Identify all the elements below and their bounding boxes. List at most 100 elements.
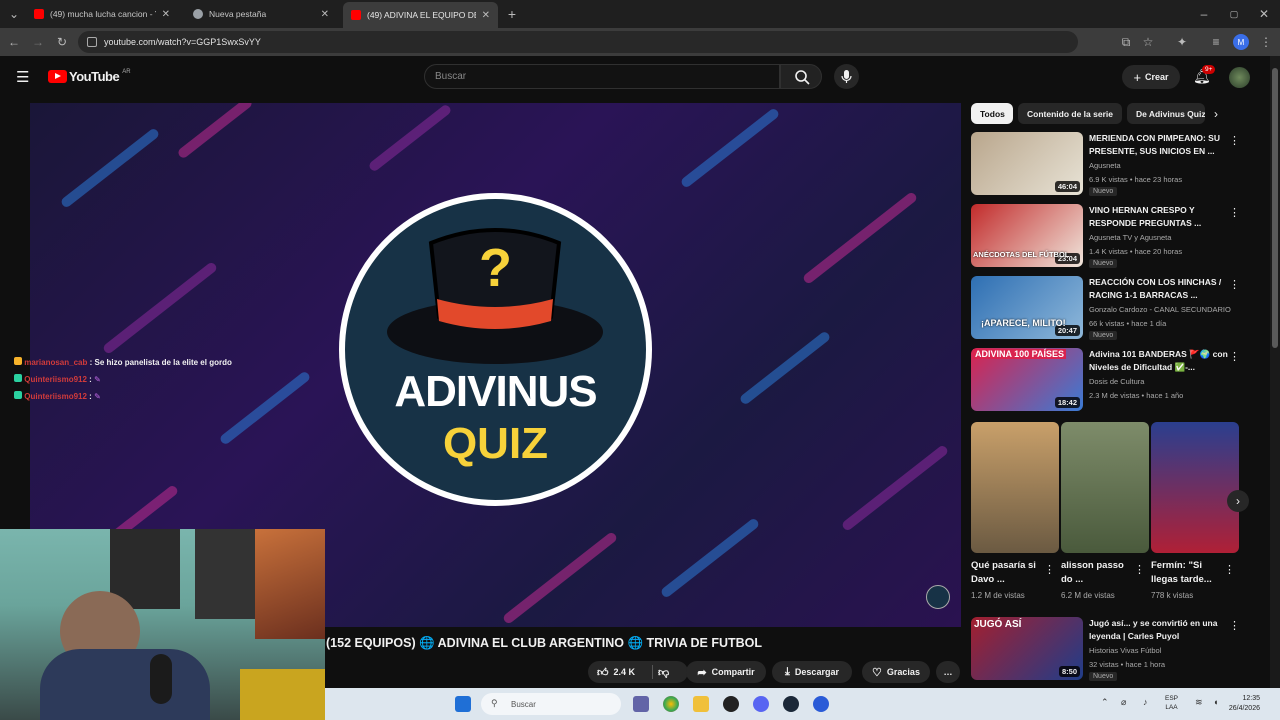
address-bar[interactable]: youtube.com/watch?v=GGP1SwxSvYY: [78, 31, 1078, 53]
download-button[interactable]: ⤓ Descargar: [772, 661, 852, 683]
kebab-menu-icon[interactable]: ⋮: [1134, 563, 1145, 576]
close-tab-icon[interactable]: ✕: [321, 9, 329, 20]
bookmark-star-icon[interactable]: ☆: [1140, 34, 1156, 50]
profile-avatar[interactable]: M: [1233, 34, 1249, 50]
short-thumbnail[interactable]: [1061, 422, 1149, 553]
file-explorer-icon[interactable]: [693, 696, 709, 712]
teams-icon[interactable]: [633, 696, 649, 712]
close-tab-icon[interactable]: ✕: [162, 9, 170, 20]
chip-de-adivinus[interactable]: De Adivinus Quiz: [1127, 103, 1205, 124]
tab-search-chevron-icon[interactable]: ⌄: [6, 6, 22, 22]
extensions-icon[interactable]: ✦: [1174, 34, 1190, 50]
recommendation-item[interactable]: 46:04 MERIENDA CON PIMPEANO: SU PRESENTE,…: [971, 132, 1261, 196]
keyboard-language[interactable]: ESP LAA: [1165, 694, 1178, 712]
browser-tab-1[interactable]: (49) mucha lucha cancion - You ✕: [26, 4, 178, 24]
rec-channel[interactable]: Historias Vivas Fútbol: [1089, 646, 1161, 655]
short-item[interactable]: alisson passo do ... 6.2 M de vistas ⋮: [1061, 422, 1149, 600]
video-thumbnail[interactable]: 23:04: [971, 204, 1083, 267]
browser-menu-icon[interactable]: ⋮: [1258, 34, 1274, 50]
recommendation-item[interactable]: 23:04 VINO HERNAN CRESPO Y RESPONDE PREGU…: [971, 204, 1261, 268]
kebab-menu-icon[interactable]: ⋮: [1229, 206, 1240, 219]
windows-start-icon[interactable]: [455, 696, 471, 712]
thumbs-down-icon[interactable]: 👎︎: [658, 666, 669, 679]
kebab-menu-icon[interactable]: ⋮: [1229, 350, 1240, 363]
browser-tab-3-active[interactable]: (49) ADIVINA EL EQUIPO DE FU ✕: [343, 2, 498, 28]
close-tab-icon[interactable]: ✕: [482, 10, 490, 21]
divider: [652, 665, 653, 679]
chips-next-chevron-icon[interactable]: ›: [1214, 107, 1218, 121]
discord-icon[interactable]: [753, 696, 769, 712]
kebab-menu-icon[interactable]: ⋮: [1224, 563, 1235, 576]
recommendation-item[interactable]: 8:50 Jugó así... y se convirtió en una le…: [971, 617, 1261, 681]
app-icon[interactable]: [813, 696, 829, 712]
kebab-menu-icon[interactable]: ⋮: [1229, 278, 1240, 291]
voice-search-button[interactable]: [834, 64, 859, 89]
like-count[interactable]: 2.4 K: [614, 667, 636, 677]
rec-title[interactable]: MERIENDA CON PIMPEANO: SU PRESENTE, SUS …: [1089, 132, 1229, 158]
media-control-icon[interactable]: ≡: [1208, 34, 1224, 50]
create-button[interactable]: + Crear: [1122, 65, 1180, 89]
site-info-icon[interactable]: [87, 37, 97, 47]
short-item[interactable]: Qué pasaría si Davo ... 1.2 M de vistas ⋮: [971, 422, 1059, 600]
chip-todos[interactable]: Todos: [971, 103, 1013, 124]
scrollbar-thumb[interactable]: [1272, 68, 1278, 348]
show-hidden-icons-chevron-icon[interactable]: ⌃: [1101, 697, 1109, 708]
browser-tab-2[interactable]: Nueva pestaña ✕: [185, 4, 337, 24]
video-thumbnail[interactable]: 8:50: [971, 617, 1083, 680]
thanks-button[interactable]: ♡ Gracias: [862, 661, 930, 683]
network-icon[interactable]: ⌀: [1121, 697, 1126, 708]
minimize-window-icon[interactable]: –: [1196, 6, 1212, 22]
chip-contenido-serie[interactable]: Contenido de la serie: [1018, 103, 1122, 124]
video-thumbnail[interactable]: 46:04: [971, 132, 1083, 195]
new-tab-button[interactable]: +: [504, 6, 520, 22]
search-input[interactable]: Buscar: [424, 64, 780, 89]
share-button[interactable]: ➦ Compartir: [686, 661, 766, 683]
video-thumbnail[interactable]: 20:47: [971, 276, 1083, 339]
chat-line: marianosan_cab : Se hizo panelista de la…: [14, 354, 232, 371]
reload-icon[interactable]: ↻: [54, 34, 70, 50]
volume-icon[interactable]: ◖: [1213, 697, 1218, 707]
rec-title[interactable]: Jugó así... y se convirtió en una leyend…: [1089, 617, 1229, 643]
wifi-icon[interactable]: ≋: [1195, 697, 1203, 708]
channel-watermark[interactable]: [926, 585, 950, 609]
youtube-logo[interactable]: YouTube AR: [48, 69, 131, 84]
short-item[interactable]: Fermín: "Si llegas tarde... 778 k vistas ⋮: [1151, 422, 1239, 600]
maximize-window-icon[interactable]: ▢: [1226, 6, 1242, 22]
video-thumbnail[interactable]: 18:42: [971, 348, 1083, 411]
rec-title[interactable]: VINO HERNAN CRESPO Y RESPONDE PREGUNTAS …: [1089, 204, 1229, 230]
forward-arrow-icon[interactable]: →: [30, 34, 46, 50]
obs-icon[interactable]: [723, 696, 739, 712]
rec-title[interactable]: Adivina 101 BANDERAS 🚩🌍 con Niveles de D…: [1089, 348, 1229, 374]
recommendation-item[interactable]: 20:47 REACCIÓN CON LOS HINCHAS / RACING 1…: [971, 276, 1261, 340]
steam-icon[interactable]: [783, 696, 799, 712]
page-scrollbar[interactable]: [1270, 56, 1280, 688]
taskbar-search-input[interactable]: ⚲ Buscar: [481, 693, 621, 715]
shorts-next-button[interactable]: ›: [1227, 490, 1249, 512]
more-actions-button[interactable]: …: [936, 661, 960, 683]
short-title[interactable]: Qué pasaría si Davo ...: [971, 559, 1046, 587]
install-app-icon[interactable]: ⧉: [1118, 34, 1134, 50]
rec-channel[interactable]: Agusneta TV y Agusneta: [1089, 233, 1171, 242]
system-clock[interactable]: 12:35 26/4/2026: [1229, 694, 1260, 714]
thumbs-up-icon[interactable]: 👍︎: [597, 666, 609, 679]
rec-channel[interactable]: Gonzalo Cardozo - CANAL SECUNDARIO: [1089, 305, 1231, 314]
speaker-icon[interactable]: ♪: [1143, 697, 1148, 707]
hamburger-menu-icon[interactable]: ☰: [16, 70, 29, 85]
short-thumbnail[interactable]: [1151, 422, 1239, 553]
kebab-menu-icon[interactable]: ⋮: [1044, 563, 1055, 576]
rec-channel[interactable]: Dosis de Cultura: [1089, 377, 1144, 386]
rec-channel[interactable]: Agusneta: [1089, 161, 1121, 170]
short-title[interactable]: Fermín: "Si llegas tarde...: [1151, 559, 1226, 587]
rec-title[interactable]: REACCIÓN CON LOS HINCHAS / RACING 1-1 BA…: [1089, 276, 1229, 302]
chrome-icon[interactable]: [663, 696, 679, 712]
user-avatar[interactable]: [1229, 67, 1250, 88]
recommendation-item[interactable]: 18:42 Adivina 101 BANDERAS 🚩🌍 con Niveles…: [971, 348, 1261, 412]
search-button[interactable]: [780, 64, 822, 89]
close-window-icon[interactable]: ✕: [1256, 6, 1272, 22]
kebab-menu-icon[interactable]: ⋮: [1229, 134, 1240, 147]
kebab-menu-icon[interactable]: ⋮: [1229, 619, 1240, 632]
back-arrow-icon[interactable]: ←: [6, 34, 22, 50]
short-thumbnail[interactable]: [971, 422, 1059, 553]
streamer-body: [40, 649, 210, 720]
short-title[interactable]: alisson passo do ...: [1061, 559, 1136, 587]
